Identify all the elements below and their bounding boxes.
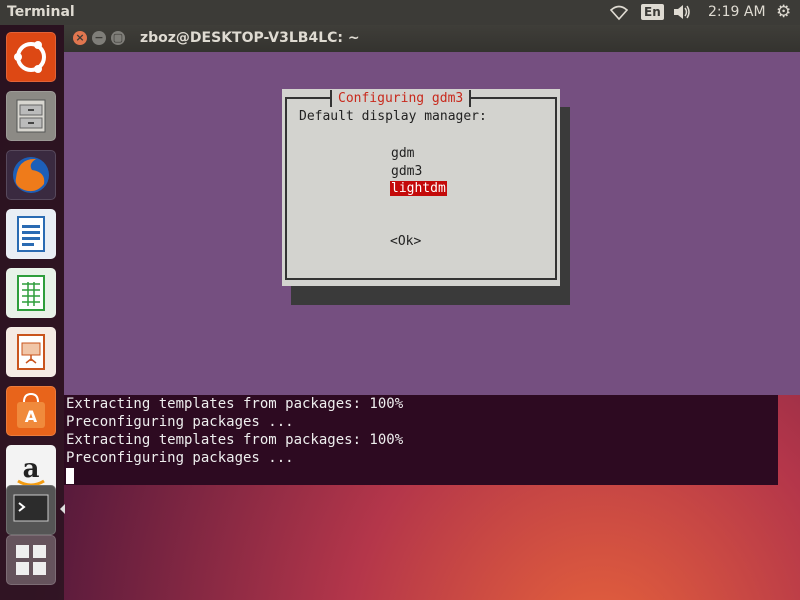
workspace-switcher-icon[interactable] — [6, 535, 56, 585]
option-gdm3[interactable]: gdm3 — [390, 164, 423, 179]
firefox-icon[interactable] — [6, 150, 56, 200]
svg-text:A: A — [25, 407, 38, 426]
dialog-title: Configuring gdm3 — [330, 90, 472, 107]
close-button[interactable]: × — [73, 31, 87, 45]
terminal-cursor — [66, 468, 74, 484]
terminal-line: Preconfiguring packages ... — [66, 414, 294, 430]
terminal-icon[interactable] — [6, 485, 56, 535]
minimize-button[interactable]: − — [92, 31, 106, 45]
launcher: A a — [0, 25, 65, 600]
active-app-indicator — [60, 504, 65, 514]
dialog-prompt: Default display manager: — [299, 109, 487, 124]
window-titlebar[interactable]: × − ▢ zboz@DESKTOP-V3LB4LC: ~ — [64, 25, 800, 52]
top-panel: Terminal En 2:19 AM ⚙ — [0, 0, 800, 25]
wifi-icon[interactable] — [609, 3, 629, 21]
terminal-line: Preconfiguring packages ... — [66, 450, 294, 466]
active-app-title: Terminal — [7, 4, 75, 20]
terminal-line: Extracting templates from packages: 100% — [66, 432, 404, 448]
window-title: zboz@DESKTOP-V3LB4LC: ~ — [140, 30, 360, 46]
file-cabinet-icon[interactable] — [6, 91, 56, 141]
debconf-dialog: Configuring gdm3 Default display manager… — [282, 89, 560, 286]
calc-spreadsheet-icon[interactable] — [6, 268, 56, 318]
ok-button[interactable]: <Ok> — [390, 234, 421, 249]
maximize-button[interactable]: ▢ — [111, 31, 125, 45]
shopping-bag-icon[interactable]: A — [6, 386, 56, 436]
terminal-cursor-line — [66, 467, 778, 485]
ubuntu-logo-icon[interactable] — [6, 32, 56, 82]
option-lightdm[interactable]: lightdm — [390, 181, 447, 196]
svg-text:a: a — [23, 454, 40, 484]
keyboard-language-indicator[interactable]: En — [641, 4, 664, 20]
terminal-output[interactable]: Extracting templates from packages: 100%… — [64, 395, 778, 485]
terminal-line: Extracting templates from packages: 100% — [66, 396, 404, 412]
volume-icon[interactable] — [672, 3, 692, 21]
writer-document-icon[interactable] — [6, 209, 56, 259]
impress-presentation-icon[interactable] — [6, 327, 56, 377]
clock[interactable]: 2:19 AM — [708, 4, 766, 20]
settings-gear-icon[interactable]: ⚙ — [776, 2, 791, 22]
option-gdm[interactable]: gdm — [390, 146, 415, 161]
